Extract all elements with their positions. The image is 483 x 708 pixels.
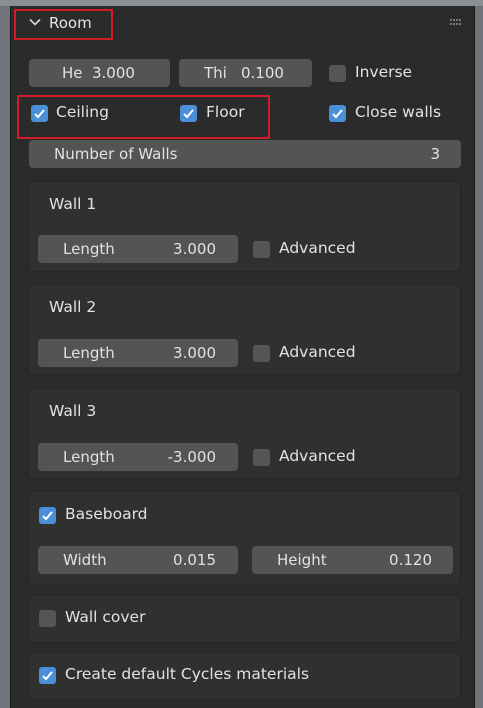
floor-label: Floor [206,103,245,121]
wall-1-advanced-checkbox[interactable] [253,241,270,258]
baseboard-section: Baseboard Width 0.015 Height 0.120 [28,491,461,585]
height-value: 3.000 [92,64,135,82]
wall-3-length-field[interactable]: Length -3.000 [38,443,238,471]
inverse-label: Inverse [355,63,413,81]
wall-cover-label: Wall cover [65,608,146,626]
wall-3-title: Wall 3 [49,402,97,420]
baseboard-width-label: Width [63,551,107,569]
cycles-materials-checkbox[interactable] [39,667,56,684]
wall-1-length-field[interactable]: Length 3.000 [38,235,238,263]
wall-2-advanced-label: Advanced [279,343,356,361]
close-walls-checkbox[interactable] [329,105,346,122]
baseboard-height-field[interactable]: Height 0.120 [252,546,453,574]
wall-3-advanced-checkbox[interactable] [253,449,270,466]
thickness-field[interactable]: Thi 0.100 [179,59,312,87]
drag-grip-icon[interactable] [450,19,462,27]
wall-1-length-label: Length [63,240,115,258]
wall-1-length-value: 3.000 [173,240,216,258]
baseboard-label: Baseboard [65,505,148,523]
height-label: He [62,64,83,82]
wall-2-length-field[interactable]: Length 3.000 [38,339,238,367]
cycles-materials-label: Create default Cycles materials [65,665,310,683]
wall-2-title: Wall 2 [49,298,97,316]
ceiling-label: Ceiling [56,103,109,121]
thickness-value: 0.100 [241,64,284,82]
room-panel: Room He 3.000 Thi 0.100 Inverse Ceiling … [10,6,475,708]
checkmark-icon [183,109,194,119]
baseboard-checkbox[interactable] [39,507,56,524]
wall-1-advanced-label: Advanced [279,239,356,257]
thickness-label: Thi [204,64,227,82]
cycles-materials-section: Create default Cycles materials [28,652,461,700]
ceiling-checkbox[interactable] [31,105,48,122]
wall-2-section: Wall 2 Length 3.000 Advanced [28,284,461,375]
wall-2-length-label: Length [63,344,115,362]
checkmark-icon [34,109,45,119]
wall-2-advanced-checkbox[interactable] [253,345,270,362]
close-walls-label: Close walls [355,103,442,121]
highlight-box-title [14,9,113,40]
height-field[interactable]: He 3.000 [29,59,170,87]
number-of-walls-value: 3 [430,145,440,163]
checkmark-icon [42,511,53,521]
wall-3-section: Wall 3 Length -3.000 Advanced [28,388,461,479]
wall-3-length-label: Length [63,448,115,466]
wall-1-title: Wall 1 [49,195,97,213]
checkmark-icon [42,671,53,681]
wall-cover-checkbox[interactable] [39,610,56,627]
number-of-walls-field[interactable]: Number of Walls 3 [29,140,461,168]
wall-3-length-value: -3.000 [167,448,216,466]
baseboard-width-value: 0.015 [173,551,216,569]
wall-2-length-value: 3.000 [173,344,216,362]
baseboard-height-label: Height [277,551,327,569]
baseboard-height-value: 0.120 [389,551,432,569]
wall-cover-section: Wall cover [28,595,461,643]
floor-checkbox[interactable] [180,105,197,122]
checkmark-icon [332,109,343,119]
wall-3-advanced-label: Advanced [279,447,356,465]
wall-1-section: Wall 1 Length 3.000 Advanced [28,181,461,272]
number-of-walls-label: Number of Walls [54,145,178,163]
inverse-checkbox[interactable] [329,65,346,82]
baseboard-width-field[interactable]: Width 0.015 [38,546,238,574]
